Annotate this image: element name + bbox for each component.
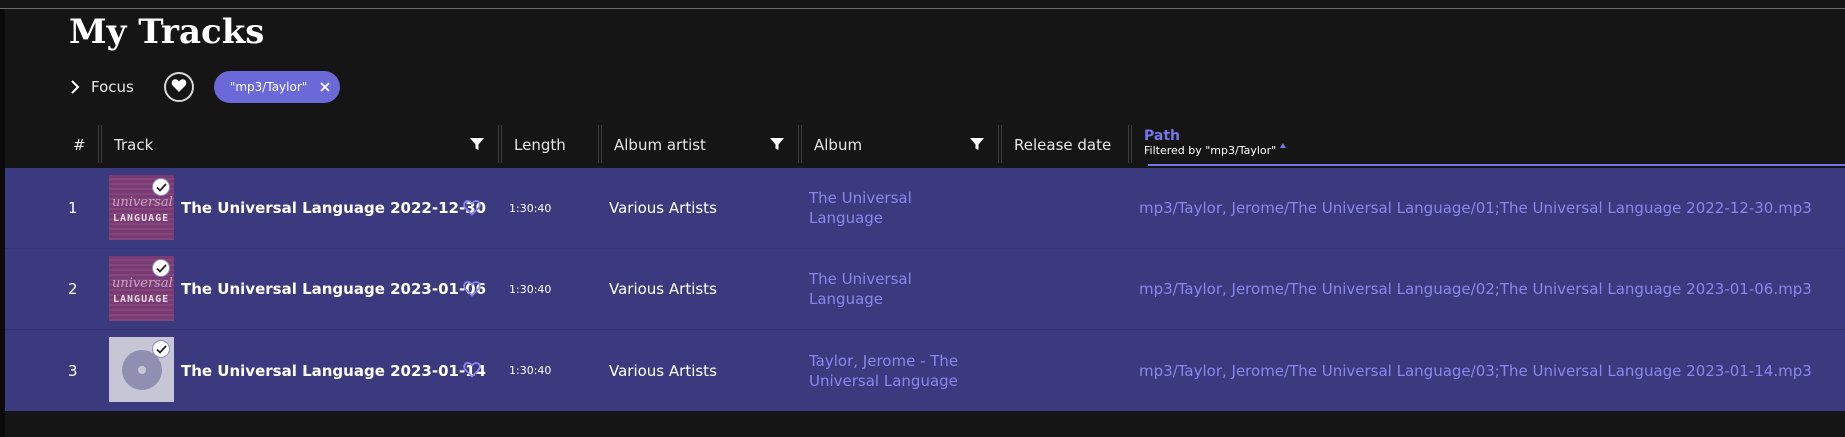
column-resize-handle[interactable] xyxy=(998,125,1002,163)
track-album-link[interactable]: Taylor, Jerome - The Universal Language xyxy=(809,330,979,411)
column-resize-handle[interactable] xyxy=(1128,125,1132,163)
album-art: universal LANGUAGE xyxy=(109,256,174,321)
track-album-artist: Various Artists xyxy=(609,361,717,380)
heart-outline-icon[interactable] xyxy=(463,280,481,297)
track-album-link[interactable]: The Universal Language xyxy=(809,168,979,248)
filter-icon[interactable] xyxy=(769,136,785,152)
active-column-indicator xyxy=(1148,164,1845,166)
track-row[interactable]: 2 universal LANGUAGE The Universal Langu… xyxy=(5,249,1845,330)
table-header: # Track Length Album artist Album Releas… xyxy=(0,122,1845,168)
album-art: universal LANGUAGE xyxy=(109,175,174,240)
track-list: 1 universal LANGUAGE The Universal Langu… xyxy=(5,168,1845,411)
track-path: mp3/Taylor, Jerome/The Universal Languag… xyxy=(1139,199,1812,217)
track-number: 2 xyxy=(68,280,78,298)
column-resize-handle[interactable] xyxy=(598,125,602,163)
column-resize-handle[interactable] xyxy=(498,125,502,163)
column-resize-handle[interactable] xyxy=(798,125,802,163)
sort-asc-icon xyxy=(1280,138,1287,152)
path-filter-chip[interactable]: "mp3/Taylor" xyxy=(213,71,340,103)
track-row[interactable]: 1 universal LANGUAGE The Universal Langu… xyxy=(5,168,1845,249)
filter-toolbar: Focus "mp3/Taylor" xyxy=(69,71,340,103)
track-length: 1:30:40 xyxy=(509,201,552,215)
album-art xyxy=(109,337,174,402)
column-header-number[interactable]: # xyxy=(73,122,86,168)
page-title: My Tracks xyxy=(69,12,265,52)
check-icon[interactable] xyxy=(152,178,170,196)
track-title: The Universal Language 2023-01-14 xyxy=(181,361,487,380)
track-album-artist: Various Artists xyxy=(609,199,717,217)
track-number: 3 xyxy=(68,361,78,380)
filter-icon[interactable] xyxy=(469,136,485,152)
track-album-link[interactable]: The Universal Language xyxy=(809,249,979,329)
heart-icon xyxy=(171,78,187,97)
column-header-track[interactable]: Track xyxy=(114,122,153,168)
track-title: The Universal Language 2022-12-30 xyxy=(181,199,487,217)
column-header-album[interactable]: Album xyxy=(814,122,862,168)
track-path: mp3/Taylor, Jerome/The Universal Languag… xyxy=(1139,280,1812,298)
column-header-release-date[interactable]: Release date xyxy=(1014,122,1111,168)
column-header-length[interactable]: Length xyxy=(514,122,566,168)
track-title: The Universal Language 2023-01-06 xyxy=(181,280,487,298)
track-row[interactable]: 3 The Universal Language 2023-01-14 1:30… xyxy=(5,330,1845,411)
favorites-filter-button[interactable] xyxy=(163,72,194,102)
chevron-right-icon xyxy=(69,71,91,103)
column-header-album-artist[interactable]: Album artist xyxy=(614,122,706,168)
track-number: 1 xyxy=(68,199,78,217)
filter-icon[interactable] xyxy=(969,136,985,152)
path-filter-note: Filtered by "mp3/Taylor" xyxy=(1144,144,1277,157)
filter-chip-label: "mp3/Taylor" xyxy=(229,80,308,94)
path-column-label: Path xyxy=(1144,128,1180,144)
track-album-artist: Various Artists xyxy=(609,280,717,298)
heart-outline-icon[interactable] xyxy=(463,361,481,378)
heart-outline-icon[interactable] xyxy=(463,199,481,216)
column-resize-handle[interactable] xyxy=(98,125,102,163)
focus-toggle[interactable]: Focus xyxy=(69,71,134,103)
top-divider xyxy=(0,8,1845,9)
track-length: 1:30:40 xyxy=(509,282,552,296)
track-path: mp3/Taylor, Jerome/The Universal Languag… xyxy=(1139,361,1812,380)
check-icon[interactable] xyxy=(152,340,170,358)
track-length: 1:30:40 xyxy=(509,364,552,377)
column-header-path[interactable]: Path Filtered by "mp3/Taylor" xyxy=(1144,128,1287,158)
close-icon[interactable] xyxy=(310,71,340,103)
focus-label: Focus xyxy=(91,78,134,96)
check-icon[interactable] xyxy=(152,259,170,277)
